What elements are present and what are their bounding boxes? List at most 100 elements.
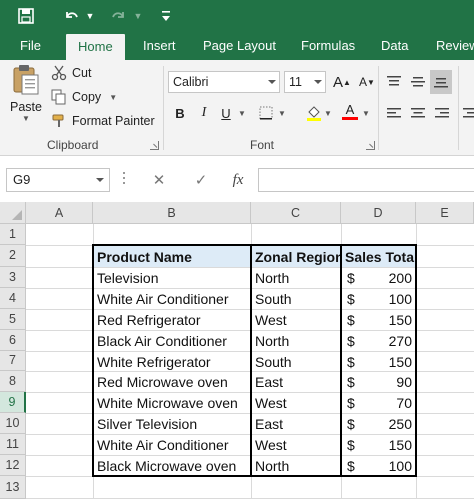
fill-color-button[interactable] bbox=[304, 103, 324, 123]
table-cell-sales[interactable]: $150 bbox=[341, 435, 416, 455]
tab-formulas[interactable]: Formulas bbox=[301, 32, 355, 60]
format-painter-button[interactable]: Format Painter bbox=[50, 112, 155, 130]
row-header[interactable]: 6 bbox=[0, 330, 26, 351]
clipboard-launcher-icon[interactable] bbox=[150, 141, 159, 150]
table-cell-region[interactable]: North bbox=[251, 268, 341, 288]
table-cell-region[interactable]: East bbox=[251, 372, 341, 392]
align-top-button[interactable] bbox=[384, 72, 404, 92]
row-header[interactable]: 4 bbox=[0, 288, 26, 309]
column-header-e[interactable]: E bbox=[416, 202, 474, 224]
italic-button[interactable]: I bbox=[194, 103, 214, 123]
row-header[interactable]: 5 bbox=[0, 309, 26, 330]
fill-color-dropdown-icon[interactable]: ▼ bbox=[322, 103, 334, 123]
table-cell-product[interactable]: Black Microwave oven bbox=[93, 456, 251, 476]
align-middle-button[interactable] bbox=[408, 72, 428, 92]
font-color-dropdown-icon[interactable]: ▼ bbox=[360, 103, 372, 123]
grow-font-button[interactable]: A ▲ bbox=[332, 72, 352, 92]
table-cell-region[interactable]: West bbox=[251, 310, 341, 330]
table-cell-sales[interactable]: $100 bbox=[341, 456, 416, 476]
table-cell-product[interactable]: Black Air Conditioner bbox=[93, 331, 251, 351]
select-all-button[interactable] bbox=[0, 202, 26, 224]
row-header[interactable]: 3 bbox=[0, 267, 26, 288]
tab-home[interactable]: Home bbox=[66, 34, 125, 60]
table-cell-sales[interactable]: $150 bbox=[341, 352, 416, 371]
row-header-selected[interactable]: 9 bbox=[0, 392, 26, 413]
undo-icon[interactable] bbox=[60, 5, 82, 27]
table-cell-region[interactable]: East bbox=[251, 414, 341, 434]
table-cell-product[interactable]: Silver Television bbox=[93, 414, 251, 434]
undo-dropdown-icon[interactable]: ▼ bbox=[84, 5, 96, 27]
table-cell-region[interactable]: West bbox=[251, 393, 341, 413]
underline-button[interactable]: U bbox=[216, 103, 236, 123]
row-header[interactable]: 11 bbox=[0, 434, 26, 455]
align-left-button[interactable] bbox=[384, 104, 404, 124]
customize-qat-icon[interactable] bbox=[158, 5, 174, 27]
table-header-sales[interactable]: Sales Total bbox=[341, 246, 418, 267]
formula-input[interactable] bbox=[258, 168, 474, 192]
tab-data[interactable]: Data bbox=[381, 32, 408, 60]
column-header-a[interactable]: A bbox=[26, 202, 93, 224]
tab-review[interactable]: Review bbox=[436, 32, 474, 60]
font-color-button[interactable]: A bbox=[340, 101, 360, 121]
table-cell-region[interactable]: West bbox=[251, 435, 341, 455]
paste-button[interactable]: Paste ▼ bbox=[8, 64, 44, 128]
table-cell-region[interactable]: South bbox=[251, 289, 341, 309]
copy-button[interactable]: Copy ▼ bbox=[50, 88, 117, 106]
font-launcher-icon[interactable] bbox=[366, 141, 375, 150]
name-box[interactable]: G9 bbox=[6, 168, 110, 192]
formula-bar-grip[interactable] bbox=[123, 172, 126, 186]
table-cell-sales[interactable]: $200 bbox=[341, 268, 416, 288]
insert-function-icon[interactable]: fx bbox=[224, 168, 252, 192]
paste-dropdown-icon[interactable]: ▼ bbox=[22, 114, 30, 123]
indent-button[interactable] bbox=[462, 104, 474, 124]
column-header-d[interactable]: D bbox=[341, 202, 416, 224]
table-cell-sales[interactable]: $270 bbox=[341, 331, 416, 351]
table-cell-region[interactable]: North bbox=[251, 331, 341, 351]
table-header-region[interactable]: Zonal Region bbox=[251, 246, 344, 267]
cancel-icon[interactable]: ✕ bbox=[144, 168, 174, 192]
underline-dropdown-icon[interactable]: ▼ bbox=[236, 103, 248, 123]
redo-dropdown-icon[interactable]: ▼ bbox=[132, 5, 144, 27]
row-header[interactable]: 8 bbox=[0, 371, 26, 392]
font-size-combo[interactable]: 11 bbox=[284, 71, 326, 93]
column-header-c[interactable]: C bbox=[251, 202, 341, 224]
table-cell-product[interactable]: Red Refrigerator bbox=[93, 310, 251, 330]
table-cell-sales[interactable]: $90 bbox=[341, 372, 416, 392]
align-bottom-button[interactable] bbox=[430, 70, 452, 94]
table-cell-product[interactable]: White Air Conditioner bbox=[93, 435, 251, 455]
table-header-product[interactable]: Product Name bbox=[93, 246, 251, 267]
row-header[interactable]: 1 bbox=[0, 224, 26, 245]
save-icon[interactable] bbox=[14, 5, 38, 27]
bold-button[interactable]: B bbox=[170, 103, 190, 123]
row-header[interactable]: 2 bbox=[0, 245, 26, 267]
row-header[interactable]: 12 bbox=[0, 455, 26, 476]
tab-page-layout[interactable]: Page Layout bbox=[203, 32, 276, 60]
table-cell-product[interactable]: White Microwave oven bbox=[93, 393, 251, 413]
borders-button[interactable] bbox=[256, 103, 276, 123]
align-right-button[interactable] bbox=[432, 104, 452, 124]
worksheet-grid[interactable]: A B C D E 1 2 3 4 5 6 7 8 9 10 11 12 13 … bbox=[0, 202, 474, 499]
table-cell-product[interactable]: White Refrigerator bbox=[93, 352, 251, 371]
table-cell-sales[interactable]: $250 bbox=[341, 414, 416, 434]
font-name-combo[interactable]: Calibri bbox=[168, 71, 280, 93]
tab-insert[interactable]: Insert bbox=[143, 32, 176, 60]
table-cell-sales[interactable]: $150 bbox=[341, 310, 416, 330]
borders-dropdown-icon[interactable]: ▼ bbox=[276, 103, 288, 123]
table-cell-region[interactable]: North bbox=[251, 456, 341, 476]
table-cell-product[interactable]: Television bbox=[93, 268, 251, 288]
column-header-b[interactable]: B bbox=[93, 202, 251, 224]
redo-icon[interactable] bbox=[108, 5, 130, 27]
copy-dropdown-icon[interactable]: ▼ bbox=[109, 93, 117, 102]
row-header[interactable]: 10 bbox=[0, 413, 26, 434]
table-cell-product[interactable]: Red Microwave oven bbox=[93, 372, 251, 392]
tab-file[interactable]: File bbox=[20, 32, 41, 60]
enter-icon[interactable]: ✓ bbox=[186, 168, 216, 192]
row-header[interactable]: 7 bbox=[0, 351, 26, 371]
table-cell-product[interactable]: White Air Conditioner bbox=[93, 289, 251, 309]
table-cell-sales[interactable]: $70 bbox=[341, 393, 416, 413]
table-cell-region[interactable]: South bbox=[251, 352, 341, 371]
shrink-font-button[interactable]: A ▼ bbox=[357, 72, 377, 92]
table-cell-sales[interactable]: $100 bbox=[341, 289, 416, 309]
cut-button[interactable]: Cut bbox=[50, 64, 91, 82]
align-center-button[interactable] bbox=[408, 104, 428, 124]
